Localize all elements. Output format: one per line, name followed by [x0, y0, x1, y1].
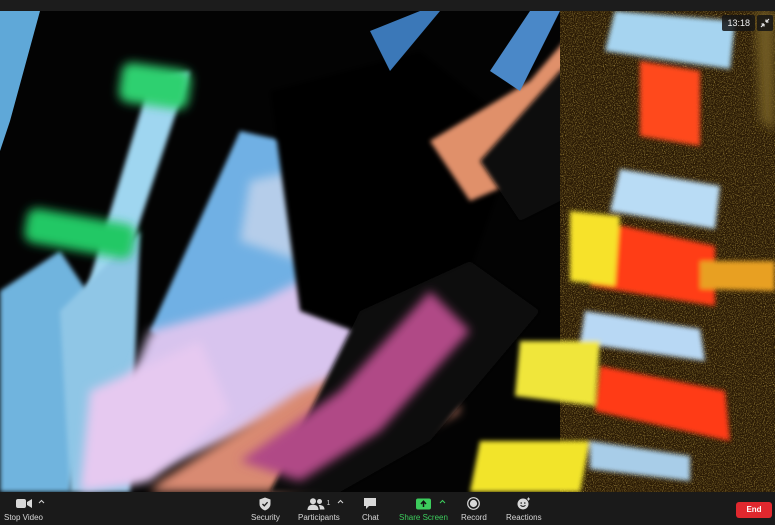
chevron-up-icon [337, 499, 343, 503]
reactions-label: Reactions [506, 513, 542, 522]
video-frame-image [0, 11, 775, 492]
record-button[interactable]: Record [461, 496, 487, 524]
participants-options-caret[interactable] [336, 496, 344, 506]
chevron-up-icon [38, 499, 44, 503]
share-screen-label: Share Screen [399, 513, 448, 522]
record-icon [467, 496, 481, 511]
people-icon [307, 497, 325, 510]
shield-icon [259, 496, 271, 511]
chat-bubble-icon [363, 496, 377, 511]
chat-label: Chat [362, 513, 379, 522]
end-meeting-button[interactable]: End [736, 502, 772, 518]
video-camera-icon [15, 496, 32, 511]
share-options-caret[interactable] [438, 496, 446, 506]
stop-video-label: Stop Video [4, 513, 43, 522]
meeting-timer: 13:18 [722, 15, 755, 31]
security-label: Security [251, 513, 280, 522]
participants-button[interactable]: 1 Participants [298, 496, 340, 524]
video-feed: 13:18 [0, 11, 775, 492]
security-button[interactable]: Security [251, 496, 280, 524]
participants-icon-group: 1 [307, 496, 330, 511]
top-strip [0, 0, 775, 11]
exit-fullscreen-icon[interactable] [757, 15, 773, 31]
chat-button[interactable]: Chat [362, 496, 379, 524]
chevron-up-icon [439, 499, 445, 503]
meeting-toolbar: Stop Video Security 1 Participants Chat … [0, 492, 775, 525]
reactions-button[interactable]: Reactions [506, 496, 542, 524]
smiley-icon [517, 496, 531, 511]
share-screen-icon [415, 496, 431, 511]
video-options-caret[interactable] [37, 496, 45, 506]
record-label: Record [461, 513, 487, 522]
participants-count: 1 [326, 500, 331, 507]
participants-label: Participants [298, 513, 340, 522]
